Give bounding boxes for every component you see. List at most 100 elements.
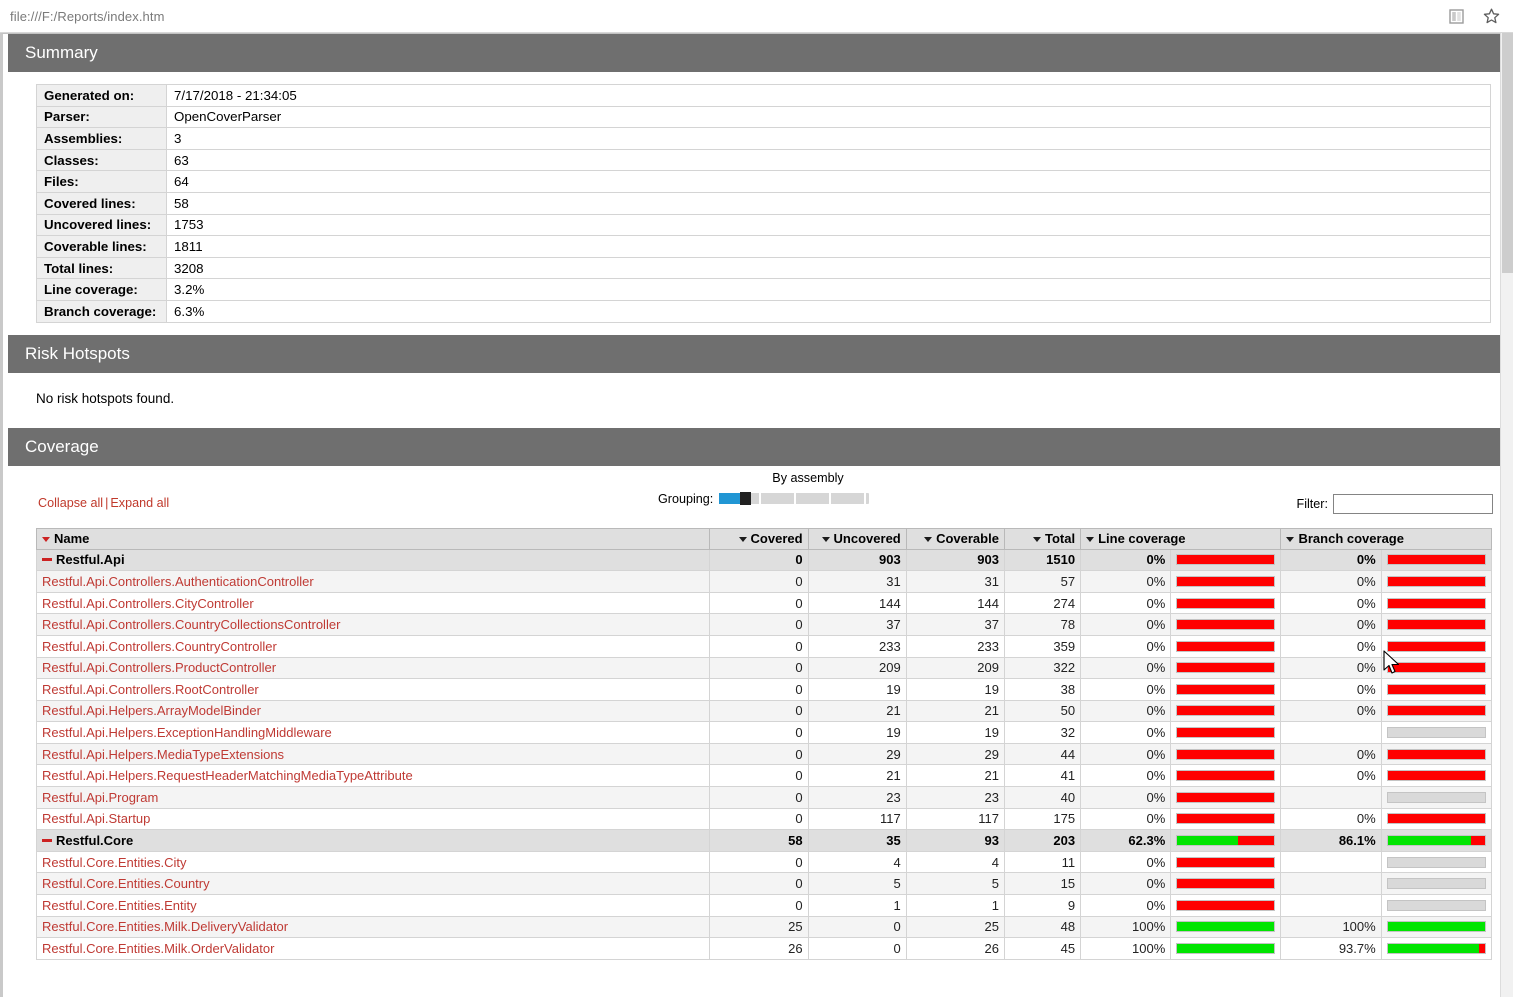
cell-total: 32	[1003, 721, 1082, 744]
branch-coverage-bar	[1386, 770, 1486, 782]
summary-row-value: OpenCoverParser	[166, 105, 1491, 129]
bar-uncovered-segment	[1177, 879, 1275, 889]
header-line-coverage[interactable]: Line coverage	[1080, 527, 1186, 550]
bar-uncovered-segment	[1387, 684, 1485, 694]
sort-arrow-down-icon	[1086, 537, 1095, 543]
cell-branch-coverage-percent: 100%	[1280, 915, 1382, 939]
cell-line-coverage-percent: 0%	[1080, 656, 1171, 680]
cell-branch-coverage-bar	[1380, 829, 1493, 852]
cell-coverable: 21	[905, 699, 1005, 723]
bar-covered-segment	[1177, 922, 1275, 932]
cell-line-coverage-bar	[1170, 613, 1282, 636]
cell-covered: 0	[709, 721, 809, 744]
line-coverage-bar	[1176, 727, 1276, 739]
cell-uncovered: 0	[807, 915, 907, 939]
vertical-scrollbar[interactable]	[1500, 33, 1513, 997]
bar-uncovered-segment	[1177, 620, 1275, 630]
class-link[interactable]: Restful.Api.Startup	[42, 811, 150, 826]
cell-name: Restful.Core.Entities.City	[35, 850, 711, 874]
cell-coverable: 29	[905, 742, 1005, 766]
class-link[interactable]: Restful.Core.Entities.Entity	[42, 898, 197, 913]
cell-branch-coverage-percent	[1280, 850, 1382, 874]
coverage-table-row: Restful.Core.Entities.Milk.OrderValidato…	[35, 937, 1493, 960]
branch-coverage-bar	[1386, 813, 1486, 825]
cell-line-coverage-percent: 0%	[1080, 850, 1171, 874]
class-link[interactable]: Restful.Core.Entities.Milk.OrderValidato…	[42, 941, 274, 956]
header-name[interactable]: Name	[35, 527, 711, 550]
cell-branch-coverage-percent: 0%	[1280, 591, 1382, 615]
cell-covered: 0	[709, 742, 809, 766]
coverage-table-row: Restful.Api.Helpers.ExceptionHandlingMid…	[35, 721, 1493, 744]
class-link[interactable]: Restful.Api.Controllers.CountryCollectio…	[42, 617, 340, 632]
bar-covered-segment	[1177, 944, 1275, 954]
summary-row-value: 3.2%	[166, 278, 1491, 301]
class-link[interactable]: Restful.Core.Entities.Country	[42, 876, 210, 891]
coverage-table-row: Restful.Api.Controllers.AuthenticationCo…	[35, 570, 1493, 593]
class-link[interactable]: Restful.Api.Helpers.MediaTypeExtensions	[42, 747, 284, 762]
bar-uncovered-segment	[1177, 598, 1275, 608]
class-link[interactable]: Restful.Api.Controllers.CityController	[42, 596, 254, 611]
cell-covered: 0	[709, 872, 809, 896]
collapse-minus-icon[interactable]	[42, 839, 52, 843]
address-bar-url[interactable]: file:///F:/Reports/index.htm	[10, 9, 165, 24]
cell-line-coverage-percent: 0%	[1080, 721, 1171, 744]
header-covered[interactable]: Covered	[709, 527, 809, 550]
line-coverage-bar	[1176, 575, 1276, 587]
bar-uncovered-segment	[1177, 792, 1275, 802]
favorites-star-icon[interactable]	[1482, 7, 1501, 26]
grouping-slider[interactable]	[719, 492, 870, 506]
class-link[interactable]: Restful.Api.Helpers.ExceptionHandlingMid…	[42, 725, 332, 740]
header-branch-coverage[interactable]: Branch coverage	[1280, 527, 1404, 550]
header-coverable[interactable]: Coverable	[905, 527, 1005, 550]
grouping-slider-thumb[interactable]	[740, 492, 752, 506]
cell-line-coverage-bar	[1170, 742, 1282, 766]
class-link[interactable]: Restful.Core.Entities.City	[42, 855, 187, 870]
filter-input[interactable]	[1333, 493, 1493, 514]
cell-branch-coverage-percent: 86.1%	[1280, 829, 1382, 852]
cell-branch-coverage-bar	[1380, 591, 1493, 615]
class-link[interactable]: Restful.Api.Program	[42, 790, 158, 805]
coverage-table-row: Restful.Api.Controllers.ProductControlle…	[35, 656, 1493, 680]
branch-coverage-bar	[1386, 554, 1486, 566]
assembly-name: Restful.Api	[56, 552, 125, 568]
cell-total: 175	[1003, 807, 1082, 831]
line-coverage-bar	[1176, 899, 1276, 911]
coverage-table-row: Restful.Api.Helpers.ArrayModelBinder 0 21 2…	[35, 699, 1493, 723]
class-link[interactable]: Restful.Api.Controllers.ProductControlle…	[42, 660, 276, 675]
sort-arrow-down-icon	[924, 537, 933, 543]
line-coverage-bar	[1176, 640, 1276, 652]
bar-uncovered-segment	[1177, 706, 1275, 716]
class-link[interactable]: Restful.Api.Controllers.RootController	[42, 682, 259, 697]
cell-name: Restful.Api.Controllers.CountryControlle…	[35, 634, 711, 658]
collapse-all-link[interactable]: Collapse all	[38, 496, 103, 510]
cell-total: 40	[1003, 786, 1082, 809]
browser-toolbar-icons	[1447, 7, 1501, 26]
cell-line-coverage-percent: 0%	[1080, 807, 1171, 831]
cell-branch-coverage-bar	[1380, 570, 1493, 593]
cell-coverable: 31	[905, 570, 1005, 593]
class-link[interactable]: Restful.Api.Helpers.ArrayModelBinder	[42, 703, 261, 718]
class-link[interactable]: Restful.Core.Entities.Milk.DeliveryValid…	[42, 919, 288, 934]
cell-line-coverage-bar	[1170, 548, 1282, 572]
cell-uncovered: 5	[807, 872, 907, 896]
summary-table-body: Generated on: 7/17/2018 - 21:34:05 Parser:…	[36, 84, 1491, 323]
header-total[interactable]: Total	[1003, 527, 1082, 550]
branch-coverage-bar	[1386, 921, 1486, 933]
vertical-scrollbar-thumb[interactable]	[1502, 33, 1513, 273]
cell-covered: 58	[709, 829, 809, 852]
expand-all-link[interactable]: Expand all	[110, 496, 169, 510]
coverage-group-row: Restful.Core 58 35 93 203 62.3% 86.1%	[35, 829, 1493, 852]
class-link[interactable]: Restful.Api.Controllers.AuthenticationCo…	[42, 574, 314, 589]
class-link[interactable]: Restful.Api.Controllers.CountryControlle…	[42, 639, 277, 654]
bar-uncovered-segment	[1177, 684, 1275, 694]
class-link[interactable]: Restful.Api.Helpers.RequestHeaderMatchin…	[42, 768, 413, 783]
cell-line-coverage-percent: 0%	[1080, 613, 1171, 636]
summary-row-value: 7/17/2018 - 21:34:05	[166, 84, 1491, 107]
collapse-minus-icon[interactable]	[42, 558, 52, 562]
header-uncovered[interactable]: Uncovered	[807, 527, 907, 550]
summary-row-value: 3	[166, 127, 1491, 150]
cell-branch-coverage-bar	[1380, 915, 1493, 939]
cell-total: 57	[1003, 570, 1082, 593]
branch-coverage-bar	[1386, 943, 1486, 955]
reading-view-icon[interactable]	[1447, 7, 1466, 26]
